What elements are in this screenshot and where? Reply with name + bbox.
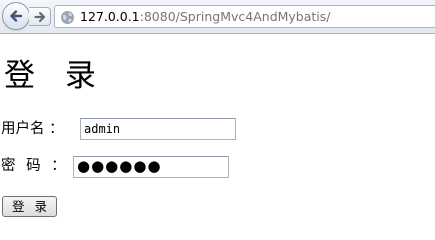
address-bar[interactable]: 127.0.0.1:8080/SpringMvc4AndMybatis/: [54, 5, 435, 28]
forward-arrow-icon: [33, 11, 45, 22]
password-input[interactable]: ●●●●●●: [73, 156, 229, 178]
browser-toolbar: 127.0.0.1:8080/SpringMvc4AndMybatis/: [0, 0, 435, 34]
back-arrow-icon: [10, 10, 23, 22]
username-input[interactable]: admin: [80, 118, 236, 140]
globe-icon: [61, 11, 74, 24]
back-button[interactable]: [2, 2, 30, 30]
page-title: 登 录: [4, 58, 106, 94]
address-host: 127.0.0.1: [80, 9, 140, 24]
forward-button[interactable]: [29, 7, 51, 26]
password-label: 密 码 ：: [1, 158, 69, 174]
address-text: 127.0.0.1:8080/SpringMvc4AndMybatis/: [80, 9, 331, 24]
login-button[interactable]: 登 录: [2, 196, 57, 217]
address-path: :8080/SpringMvc4AndMybatis/: [139, 9, 331, 24]
page-content: 登 录 用户名 ： admin 密 码 ： ●●●●●● 登 录: [0, 34, 435, 238]
username-label: 用户名 ：: [1, 121, 64, 137]
